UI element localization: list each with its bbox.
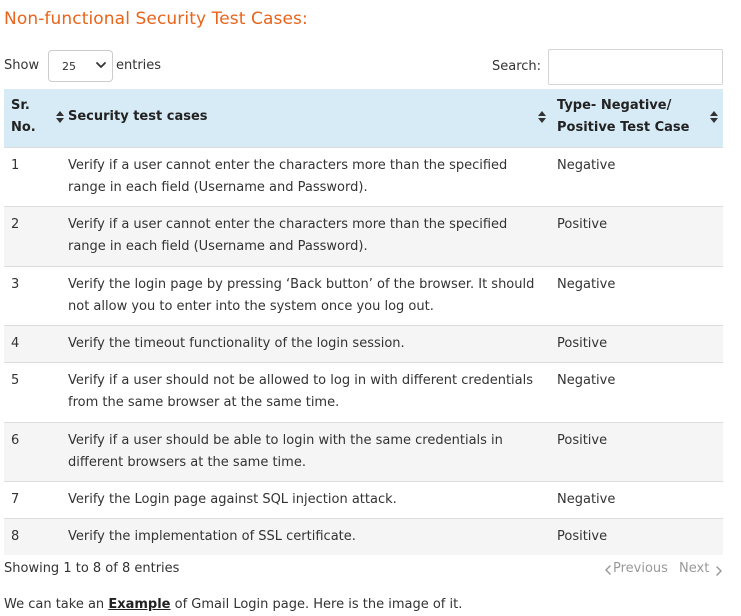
footer-paragraph: We can take an Example of Gmail Login pa… — [4, 597, 462, 612]
column-header-label: Type- Negative/ — [557, 98, 672, 113]
row-number: 8 — [11, 529, 20, 544]
sort-icon — [56, 111, 64, 123]
row-type: Negative — [557, 373, 616, 388]
search-label: Search: — [492, 59, 542, 74]
page-length-value: 25 — [62, 60, 76, 73]
security-test-table: Sr. No. Security test cases Type- Negati… — [4, 89, 723, 555]
table-info: Showing 1 to 8 of 8 entries — [4, 561, 180, 576]
row-number: 4 — [11, 336, 20, 351]
column-header-security-test-cases[interactable]: Security test cases — [64, 89, 550, 147]
table-row: 8 Verify the implementation of SSL certi… — [4, 518, 723, 555]
page-length-select[interactable]: 25 — [48, 50, 113, 82]
row-test-case: Verify the implementation of SSL certifi… — [68, 529, 356, 544]
row-test-case: Verify if a user cannot enter the charac… — [68, 158, 508, 195]
row-test-case: Verify if a user should be able to login… — [68, 433, 503, 470]
row-number: 1 — [11, 158, 20, 173]
row-test-case: Verify the login page by pressing ‘Back … — [68, 277, 535, 314]
column-header-label: Security test cases — [68, 109, 208, 124]
row-type: Positive — [557, 217, 608, 232]
row-number: 2 — [11, 217, 20, 232]
column-header-label: Sr. — [11, 98, 30, 113]
table-row: 7 Verify the Login page against SQL inje… — [4, 481, 723, 518]
column-header-type[interactable]: Type- Negative/ Positive Test Case — [550, 89, 723, 147]
row-number: 7 — [11, 492, 20, 507]
row-type: Negative — [557, 158, 616, 173]
footer-text-before: We can take an — [4, 597, 109, 612]
column-header-label: No. — [11, 120, 36, 135]
table-row: 6 Verify if a user should be able to log… — [4, 422, 723, 481]
row-type: Positive — [557, 433, 608, 448]
table-row: 5 Verify if a user should not be allowed… — [4, 362, 723, 422]
column-header-sr-no[interactable]: Sr. No. — [4, 89, 64, 147]
row-type: Negative — [557, 492, 616, 507]
table-row: 3 Verify the login page by pressing ‘Bac… — [4, 266, 723, 325]
row-test-case: Verify the Login page against SQL inject… — [68, 492, 397, 507]
entries-label: entries — [116, 58, 162, 73]
sort-icon — [710, 111, 718, 123]
table-row: 1 Verify if a user cannot enter the char… — [4, 147, 723, 206]
previous-button[interactable]: Previous — [613, 561, 668, 576]
row-type: Positive — [557, 529, 608, 544]
chevron-left-icon — [605, 565, 611, 575]
table-row: 2 Verify if a user cannot enter the char… — [4, 206, 723, 266]
row-test-case: Verify the timeout functionality of the … — [68, 336, 405, 351]
footer-text-after: of Gmail Login page. Here is the image o… — [170, 597, 463, 612]
example-link[interactable]: Example — [108, 597, 170, 612]
table-header: Sr. No. Security test cases Type- Negati… — [4, 89, 723, 147]
sort-icon — [538, 111, 546, 123]
show-label: Show — [4, 58, 40, 73]
chevron-right-icon — [716, 566, 722, 576]
table-row: 4 Verify the timeout functionality of th… — [4, 325, 723, 362]
row-test-case: Verify if a user cannot enter the charac… — [68, 217, 508, 254]
column-header-label: Positive Test Case — [557, 120, 690, 135]
section-title: Non-functional Security Test Cases: — [4, 9, 308, 29]
table-controls: Show 25 entries Search: — [4, 49, 723, 85]
next-button[interactable]: Next — [679, 561, 709, 576]
chevron-down-icon — [96, 62, 106, 68]
row-test-case: Verify if a user should not be allowed t… — [68, 373, 534, 410]
row-number: 3 — [11, 277, 20, 292]
row-type: Negative — [557, 277, 616, 292]
row-type: Positive — [557, 336, 608, 351]
row-number: 6 — [11, 433, 20, 448]
row-number: 5 — [11, 373, 20, 388]
search-input[interactable] — [548, 49, 723, 85]
